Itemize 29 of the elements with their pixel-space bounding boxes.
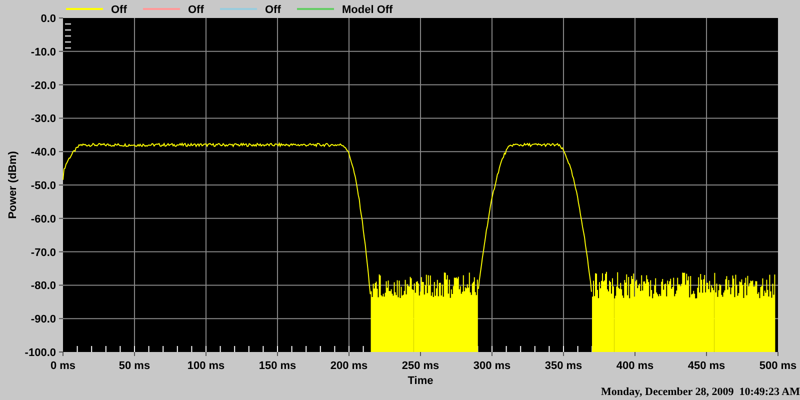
- legend-label: Off: [265, 4, 281, 16]
- x-tick-label: 200 ms: [330, 360, 368, 372]
- x-tick-label: 500 ms: [759, 360, 797, 372]
- y-tick-label: -40.0: [30, 146, 56, 159]
- y-tick-label: 0.0: [40, 13, 56, 25]
- legend-label: Off: [111, 4, 127, 16]
- y-tick-label: -80.0: [30, 280, 56, 292]
- x-tick-label: 300 ms: [473, 360, 511, 372]
- x-tick-label: 50 ms: [118, 360, 150, 372]
- legend-label: Model Off: [342, 4, 393, 16]
- y-axis-title: Power (dBm): [7, 151, 19, 219]
- y-tick-label: -10.0: [30, 46, 56, 58]
- x-tick-label: 250 ms: [402, 360, 440, 372]
- x-tick-label: 450 ms: [688, 360, 726, 372]
- legend-label: Off: [188, 4, 204, 16]
- x-tick-label: 100 ms: [187, 360, 225, 372]
- timestamp: Monday, December 28, 2009 10:49:23 AM: [601, 386, 800, 398]
- y-tick-label: -70.0: [30, 246, 56, 259]
- x-axis-title: Time: [408, 375, 434, 387]
- y-tick-label: -60.0: [30, 213, 56, 226]
- x-tick-label: 150 ms: [258, 360, 296, 372]
- y-tick-label: -50.0: [30, 180, 56, 192]
- y-tick-label: -90.0: [30, 314, 56, 326]
- y-tick-label: -30.0: [30, 113, 56, 126]
- y-tick-label: -100.0: [24, 347, 56, 359]
- y-tick-label: -20.0: [30, 80, 56, 92]
- x-tick-label: 350 ms: [544, 360, 582, 372]
- x-tick-label: 0 ms: [50, 360, 76, 372]
- x-tick-label: 400 ms: [616, 360, 654, 372]
